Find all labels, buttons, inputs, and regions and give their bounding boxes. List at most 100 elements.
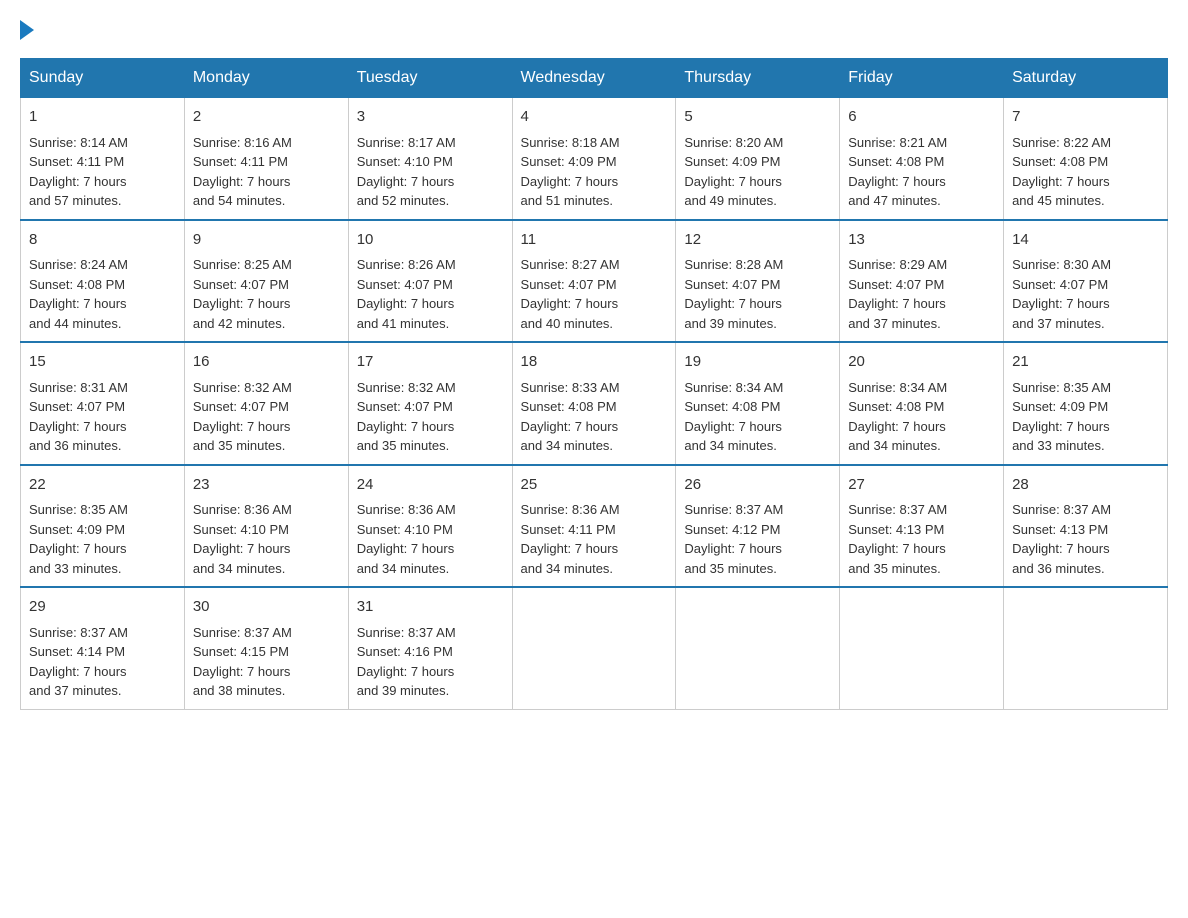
sunrise-label: Sunrise: 8:21 AM	[848, 135, 947, 150]
calendar-cell: 7Sunrise: 8:22 AMSunset: 4:08 PMDaylight…	[1004, 98, 1168, 220]
sunrise-label: Sunrise: 8:18 AM	[521, 135, 620, 150]
daylight-minutes: and 34 minutes.	[848, 438, 941, 453]
day-number: 18	[521, 351, 668, 374]
daylight-minutes: and 34 minutes.	[193, 561, 286, 576]
daylight-minutes: and 39 minutes.	[357, 683, 450, 698]
calendar-cell: 8Sunrise: 8:24 AMSunset: 4:08 PMDaylight…	[21, 220, 185, 343]
sunset-label: Sunset: 4:09 PM	[521, 154, 617, 169]
daylight-label: Daylight: 7 hours	[848, 419, 946, 434]
daylight-label: Daylight: 7 hours	[1012, 174, 1110, 189]
daylight-minutes: and 36 minutes.	[29, 438, 122, 453]
sunrise-label: Sunrise: 8:20 AM	[684, 135, 783, 150]
daylight-label: Daylight: 7 hours	[684, 174, 782, 189]
sunrise-label: Sunrise: 8:35 AM	[29, 502, 128, 517]
daylight-label: Daylight: 7 hours	[357, 664, 455, 679]
day-number: 5	[684, 106, 831, 129]
calendar-week-row: 1Sunrise: 8:14 AMSunset: 4:11 PMDaylight…	[21, 98, 1168, 220]
daylight-label: Daylight: 7 hours	[521, 419, 619, 434]
logo-blue-part	[20, 20, 36, 38]
day-number: 6	[848, 106, 995, 129]
sunrise-label: Sunrise: 8:26 AM	[357, 257, 456, 272]
sunrise-label: Sunrise: 8:32 AM	[193, 380, 292, 395]
sunrise-label: Sunrise: 8:31 AM	[29, 380, 128, 395]
daylight-label: Daylight: 7 hours	[357, 541, 455, 556]
daylight-minutes: and 35 minutes.	[684, 561, 777, 576]
daylight-minutes: and 33 minutes.	[29, 561, 122, 576]
sunrise-label: Sunrise: 8:16 AM	[193, 135, 292, 150]
sunset-label: Sunset: 4:10 PM	[193, 522, 289, 537]
calendar-cell	[840, 587, 1004, 709]
calendar-cell: 5Sunrise: 8:20 AMSunset: 4:09 PMDaylight…	[676, 98, 840, 220]
daylight-minutes: and 45 minutes.	[1012, 193, 1105, 208]
sunset-label: Sunset: 4:15 PM	[193, 644, 289, 659]
calendar-cell	[1004, 587, 1168, 709]
daylight-minutes: and 34 minutes.	[521, 438, 614, 453]
daylight-label: Daylight: 7 hours	[848, 541, 946, 556]
daylight-minutes: and 49 minutes.	[684, 193, 777, 208]
sunrise-label: Sunrise: 8:37 AM	[193, 625, 292, 640]
day-number: 1	[29, 106, 176, 129]
daylight-label: Daylight: 7 hours	[29, 664, 127, 679]
sunrise-label: Sunrise: 8:37 AM	[684, 502, 783, 517]
daylight-label: Daylight: 7 hours	[357, 296, 455, 311]
daylight-label: Daylight: 7 hours	[521, 296, 619, 311]
calendar-cell: 13Sunrise: 8:29 AMSunset: 4:07 PMDayligh…	[840, 220, 1004, 343]
daylight-minutes: and 40 minutes.	[521, 316, 614, 331]
sunset-label: Sunset: 4:10 PM	[357, 154, 453, 169]
day-number: 24	[357, 474, 504, 497]
daylight-label: Daylight: 7 hours	[29, 541, 127, 556]
day-number: 30	[193, 596, 340, 619]
daylight-minutes: and 34 minutes.	[521, 561, 614, 576]
daylight-label: Daylight: 7 hours	[193, 664, 291, 679]
daylight-label: Daylight: 7 hours	[848, 296, 946, 311]
calendar-cell: 17Sunrise: 8:32 AMSunset: 4:07 PMDayligh…	[348, 342, 512, 465]
column-header-thursday: Thursday	[676, 59, 840, 98]
sunset-label: Sunset: 4:08 PM	[684, 399, 780, 414]
sunrise-label: Sunrise: 8:29 AM	[848, 257, 947, 272]
calendar-cell: 10Sunrise: 8:26 AMSunset: 4:07 PMDayligh…	[348, 220, 512, 343]
sunset-label: Sunset: 4:08 PM	[29, 277, 125, 292]
daylight-label: Daylight: 7 hours	[684, 541, 782, 556]
calendar-cell	[512, 587, 676, 709]
calendar-table: SundayMondayTuesdayWednesdayThursdayFrid…	[20, 58, 1168, 710]
sunrise-label: Sunrise: 8:14 AM	[29, 135, 128, 150]
calendar-cell: 14Sunrise: 8:30 AMSunset: 4:07 PMDayligh…	[1004, 220, 1168, 343]
day-number: 14	[1012, 229, 1159, 252]
calendar-cell: 26Sunrise: 8:37 AMSunset: 4:12 PMDayligh…	[676, 465, 840, 588]
calendar-cell: 20Sunrise: 8:34 AMSunset: 4:08 PMDayligh…	[840, 342, 1004, 465]
daylight-label: Daylight: 7 hours	[357, 419, 455, 434]
calendar-cell: 28Sunrise: 8:37 AMSunset: 4:13 PMDayligh…	[1004, 465, 1168, 588]
sunset-label: Sunset: 4:08 PM	[1012, 154, 1108, 169]
sunset-label: Sunset: 4:14 PM	[29, 644, 125, 659]
calendar-cell: 4Sunrise: 8:18 AMSunset: 4:09 PMDaylight…	[512, 98, 676, 220]
calendar-cell: 31Sunrise: 8:37 AMSunset: 4:16 PMDayligh…	[348, 587, 512, 709]
sunset-label: Sunset: 4:07 PM	[193, 277, 289, 292]
sunset-label: Sunset: 4:11 PM	[521, 522, 616, 537]
daylight-label: Daylight: 7 hours	[1012, 296, 1110, 311]
daylight-label: Daylight: 7 hours	[29, 296, 127, 311]
sunrise-label: Sunrise: 8:32 AM	[357, 380, 456, 395]
day-number: 20	[848, 351, 995, 374]
daylight-minutes: and 37 minutes.	[848, 316, 941, 331]
day-number: 21	[1012, 351, 1159, 374]
daylight-minutes: and 35 minutes.	[193, 438, 286, 453]
daylight-minutes: and 41 minutes.	[357, 316, 450, 331]
calendar-cell: 23Sunrise: 8:36 AMSunset: 4:10 PMDayligh…	[184, 465, 348, 588]
calendar-week-row: 8Sunrise: 8:24 AMSunset: 4:08 PMDaylight…	[21, 220, 1168, 343]
day-number: 15	[29, 351, 176, 374]
day-number: 7	[1012, 106, 1159, 129]
sunset-label: Sunset: 4:07 PM	[1012, 277, 1108, 292]
calendar-week-row: 22Sunrise: 8:35 AMSunset: 4:09 PMDayligh…	[21, 465, 1168, 588]
sunset-label: Sunset: 4:09 PM	[1012, 399, 1108, 414]
sunset-label: Sunset: 4:07 PM	[193, 399, 289, 414]
daylight-label: Daylight: 7 hours	[848, 174, 946, 189]
daylight-label: Daylight: 7 hours	[684, 419, 782, 434]
logo	[20, 20, 36, 38]
day-number: 16	[193, 351, 340, 374]
calendar-cell: 18Sunrise: 8:33 AMSunset: 4:08 PMDayligh…	[512, 342, 676, 465]
daylight-label: Daylight: 7 hours	[357, 174, 455, 189]
day-number: 19	[684, 351, 831, 374]
day-number: 22	[29, 474, 176, 497]
daylight-minutes: and 33 minutes.	[1012, 438, 1105, 453]
sunrise-label: Sunrise: 8:36 AM	[357, 502, 456, 517]
